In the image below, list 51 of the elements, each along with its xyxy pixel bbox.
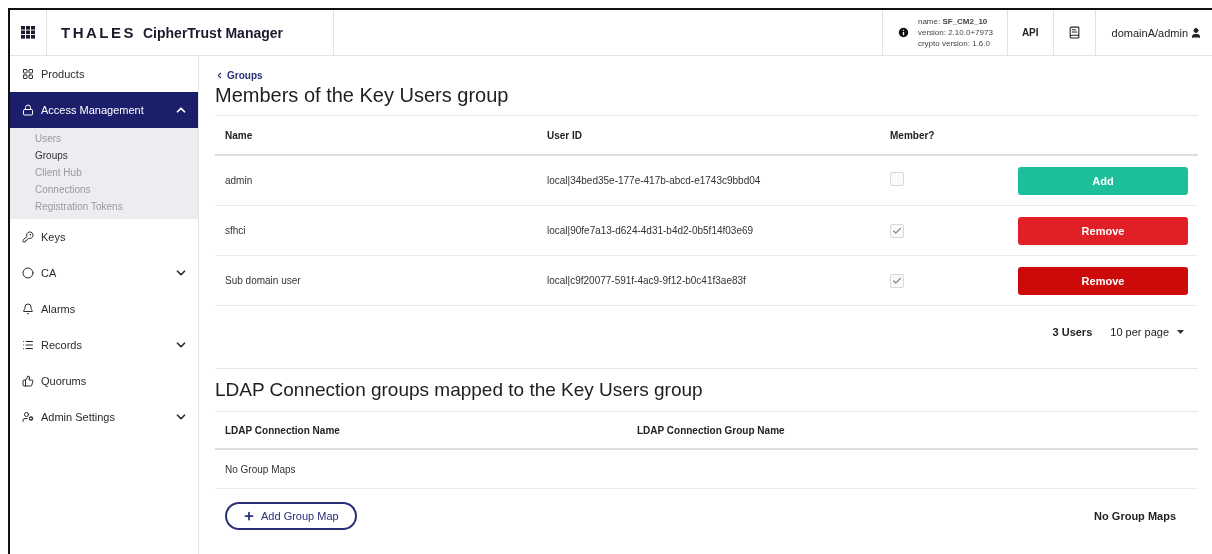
bell-icon bbox=[22, 303, 34, 315]
apps-grid-icon[interactable] bbox=[21, 26, 35, 39]
nav-item[interactable]: Alarms bbox=[10, 291, 198, 327]
book-icon[interactable] bbox=[1067, 26, 1081, 39]
nav-item[interactable]: CA bbox=[10, 255, 198, 291]
remove-button[interactable]: Remove bbox=[1018, 266, 1188, 295]
section-title: LDAP Connection groups mapped to the Key Users group bbox=[215, 379, 704, 401]
ring-icon bbox=[22, 267, 34, 279]
status-note: No Group Maps bbox=[1094, 510, 1176, 522]
column-header: LDAP Connection Group Name bbox=[637, 424, 786, 436]
back-link[interactable]: Groups bbox=[215, 70, 263, 81]
user-count: 3 Users bbox=[1052, 326, 1093, 338]
plus-icon bbox=[243, 510, 255, 522]
user-name[interactable]: domainA/admin bbox=[1111, 26, 1188, 39]
thumbs-up-icon bbox=[22, 375, 34, 387]
per-page-select[interactable]: 10 per page bbox=[1110, 326, 1184, 338]
app-title: CipherTrust Manager bbox=[143, 24, 284, 41]
table-cell-text: local|34bed35e-177e-417b-abcd-e1743c9bbd04 bbox=[547, 175, 762, 186]
nav-subitem[interactable]: Groups bbox=[10, 147, 198, 164]
table-icon bbox=[22, 68, 34, 80]
table-cell-text: local|90fe7a13-d624-4d31-b4d2-0b5f14f03e69 bbox=[547, 225, 755, 236]
info-icon[interactable] bbox=[896, 26, 910, 39]
column-header: User ID bbox=[547, 129, 583, 141]
nav-item[interactable]: Keys bbox=[10, 219, 198, 255]
nav-item[interactable]: Access Management bbox=[10, 92, 198, 128]
column-header: LDAP Connection Name bbox=[225, 424, 341, 436]
column-header: Member? bbox=[890, 129, 936, 141]
empty-message: No Group Maps bbox=[225, 463, 297, 475]
nav-item[interactable]: Quorums bbox=[10, 363, 198, 399]
table-cell-text: admin bbox=[225, 175, 254, 186]
table-cell-text: sfhci bbox=[225, 225, 247, 236]
user-icon[interactable] bbox=[1190, 26, 1202, 39]
remove-button[interactable]: Remove bbox=[1018, 216, 1188, 245]
version-info-line: crypto version: 1.6.0 bbox=[917, 38, 991, 49]
list-icon bbox=[22, 339, 34, 351]
nav-item[interactable]: Records bbox=[10, 327, 198, 363]
api-link[interactable]: API bbox=[1007, 10, 1054, 55]
nav-item[interactable]: Admin Settings bbox=[10, 399, 198, 435]
brand-logo: THALES bbox=[61, 24, 136, 41]
caret-icon bbox=[1177, 330, 1184, 334]
version-info-line: name: SF_CM2_10 bbox=[917, 16, 989, 27]
version-info-line: version: 2.10.0+7973 bbox=[917, 27, 993, 38]
add-group-map-button[interactable]: Add Group Map bbox=[225, 502, 357, 530]
key-icon bbox=[22, 231, 34, 243]
table-cell-text: Sub domain user bbox=[225, 275, 302, 286]
table-cell-text: local|c9f20077-591f-4ac9-9f12-b0c41f3ae83f bbox=[547, 275, 747, 286]
column-header: Name bbox=[225, 129, 254, 141]
page-title: Members of the Key Users group bbox=[215, 84, 510, 107]
user-gear-icon bbox=[22, 411, 34, 423]
nav-item[interactable]: Products bbox=[10, 56, 198, 92]
chevron-left-icon bbox=[215, 71, 224, 80]
